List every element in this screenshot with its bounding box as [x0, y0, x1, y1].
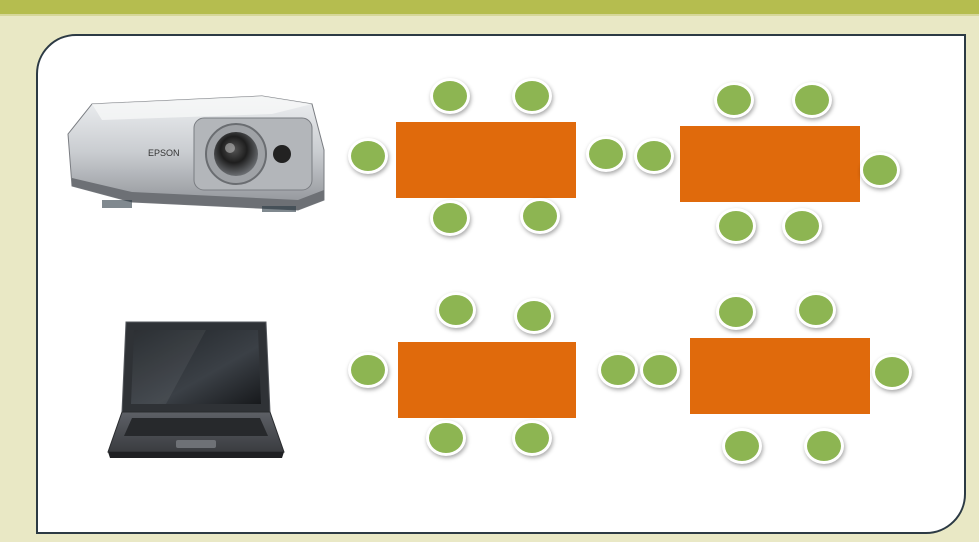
table-group-bottom-right — [0, 0, 979, 542]
chair — [640, 352, 680, 388]
chair — [872, 354, 912, 390]
chair — [722, 428, 762, 464]
table — [690, 338, 870, 414]
chair — [716, 294, 756, 330]
chair — [796, 292, 836, 328]
chair — [804, 428, 844, 464]
